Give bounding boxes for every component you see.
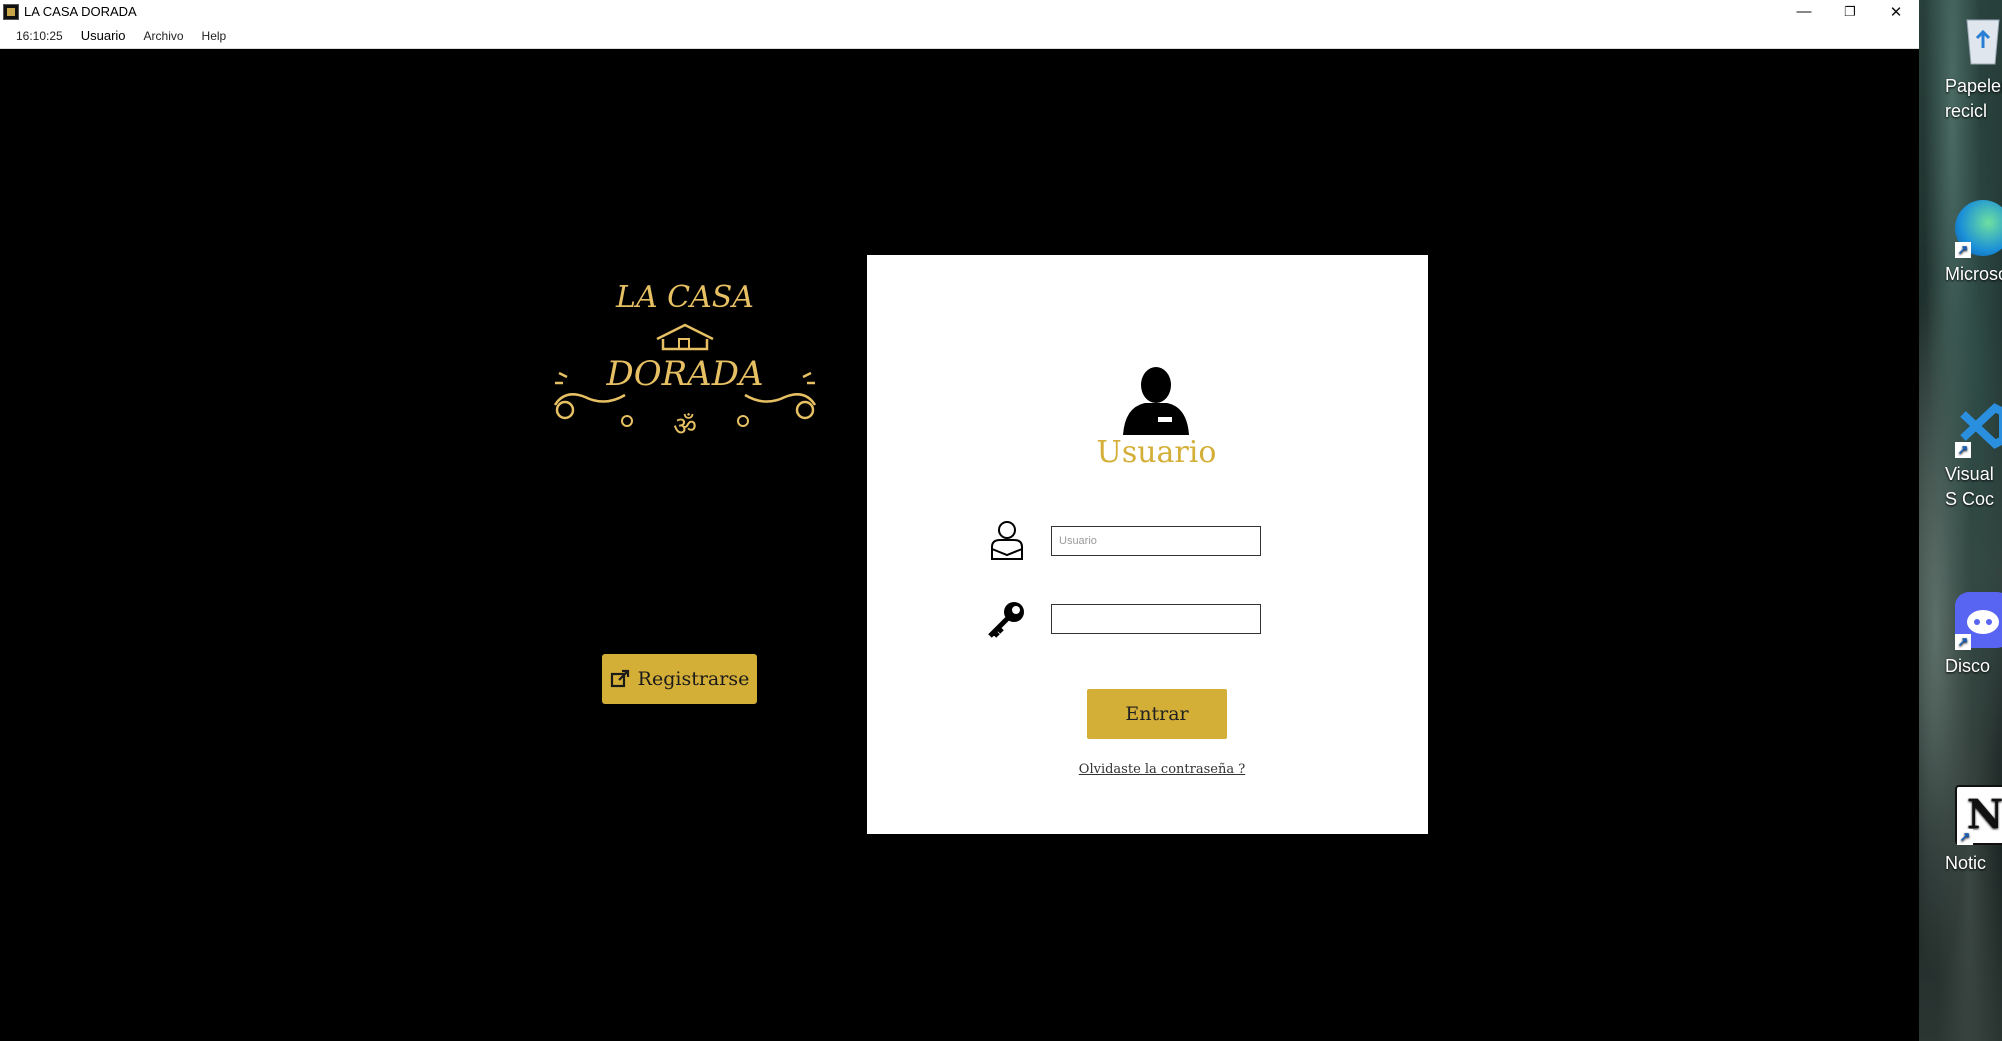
svg-text:DORADA: DORADA xyxy=(605,354,763,394)
password-input[interactable] xyxy=(1051,604,1261,634)
svg-text:ॐ: ॐ xyxy=(673,412,697,442)
desktop-icon-label: Papeler recicl xyxy=(1945,76,2002,121)
desktop-icon-notion[interactable]: N ↗ Notic xyxy=(1919,785,2002,876)
close-button[interactable]: ✕ xyxy=(1873,0,1919,23)
shortcut-arrow-icon: ↗ xyxy=(1955,634,1971,650)
user-silhouette-icon xyxy=(1123,367,1189,435)
app-icon xyxy=(3,3,19,20)
recycle-bin-icon xyxy=(1955,12,2002,68)
register-button[interactable]: Registrarse xyxy=(602,654,757,704)
shortcut-arrow-icon: ↗ xyxy=(1957,829,1973,845)
edge-icon: ↗ xyxy=(1955,200,2002,258)
app-window: LA CASA DORADA — ❐ ✕ 16:10:25 Usuario Ar… xyxy=(0,0,1919,1041)
restore-button[interactable]: ❐ xyxy=(1827,0,1873,23)
menu-help[interactable]: Help xyxy=(202,29,227,43)
key-icon xyxy=(988,602,1024,638)
desktop-icon-label: Visual S Coc xyxy=(1945,464,1995,509)
desktop-icon-edge[interactable]: ↗ Microsof xyxy=(1919,200,2002,287)
user-outline-icon xyxy=(991,521,1023,560)
menu-usuario[interactable]: Usuario xyxy=(81,28,126,43)
vscode-icon: ↗ xyxy=(1955,400,2002,458)
title-bar[interactable]: LA CASA DORADA — ❐ ✕ xyxy=(0,0,1919,23)
desktop-icon-label: Notic xyxy=(1945,853,1987,873)
main-content: LA CASA DORADA ॐ Registrarse Usuario Usu… xyxy=(0,49,1919,1041)
notion-icon: N ↗ xyxy=(1955,785,2002,845)
la-casa-dorada-logo: LA CASA DORADA ॐ xyxy=(553,280,817,442)
svg-text:LA CASA: LA CASA xyxy=(615,280,754,315)
forgot-password-link[interactable]: Olvidaste la contraseña ? xyxy=(1042,762,1282,777)
window-title: LA CASA DORADA xyxy=(24,4,137,19)
login-title: Usuario xyxy=(1096,435,1217,470)
register-button-label: Registrarse xyxy=(637,668,750,690)
desktop-icon-label: Disco xyxy=(1945,656,1991,676)
desktop-icon-discord[interactable]: ↗ Disco xyxy=(1919,592,2002,679)
shortcut-arrow-icon: ↗ xyxy=(1955,242,1971,258)
minimize-button[interactable]: — xyxy=(1781,0,1827,23)
login-panel: Usuario Entrar Olvidaste la contraseña ? xyxy=(867,255,1428,834)
desktop-icon-recycle-bin[interactable]: Papeler recicl xyxy=(1919,12,2002,124)
menu-archivo[interactable]: Archivo xyxy=(144,29,184,43)
desktop-icon-vscode[interactable]: ↗ Visual S Coc xyxy=(1919,400,2002,512)
menu-bar: 16:10:25 Usuario Archivo Help xyxy=(0,23,1919,49)
desktop-icon-label: Microsof xyxy=(1945,264,2002,284)
username-input[interactable] xyxy=(1051,526,1261,556)
shortcut-arrow-icon: ↗ xyxy=(1955,442,1971,458)
window-controls: — ❐ ✕ xyxy=(1781,0,1919,23)
desktop-wallpaper xyxy=(1919,0,2002,1041)
external-link-icon xyxy=(610,669,630,689)
discord-icon: ↗ xyxy=(1955,592,2002,650)
enter-button[interactable]: Entrar xyxy=(1087,689,1227,739)
clock-label: 16:10:25 xyxy=(16,28,63,43)
